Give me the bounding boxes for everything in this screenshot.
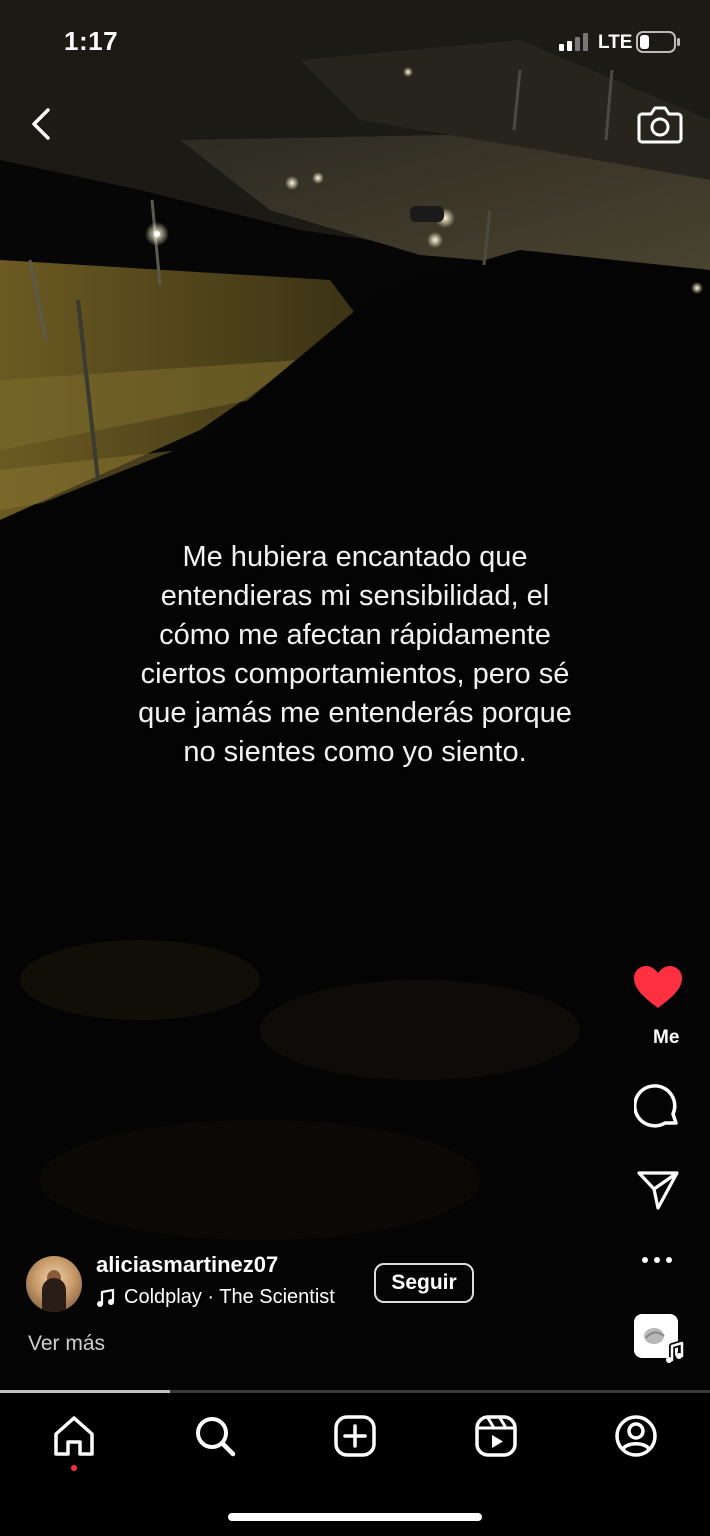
- bottom-navigation: [0, 1393, 710, 1536]
- like-label: Me: [653, 1027, 680, 1048]
- paper-plane-icon[interactable]: [636, 1168, 680, 1212]
- comment-icon[interactable]: [634, 1083, 682, 1131]
- more-horizontal-icon[interactable]: [641, 1252, 673, 1268]
- status-bar: 1:17 LTE: [0, 0, 710, 84]
- reels-icon[interactable]: [474, 1414, 518, 1458]
- author-username[interactable]: aliciasmartinez07: [96, 1252, 278, 1278]
- create-icon[interactable]: [333, 1414, 377, 1458]
- see-more-link[interactable]: Ver más: [28, 1332, 105, 1356]
- music-info[interactable]: Coldplay · The Scientist: [96, 1286, 335, 1309]
- music-title: Coldplay · The Scientist: [124, 1286, 335, 1308]
- camera-icon[interactable]: [636, 100, 684, 148]
- status-time: 1:17: [64, 26, 119, 56]
- author-avatar[interactable]: [26, 1256, 82, 1312]
- avatar-figure-body: [42, 1278, 66, 1312]
- home-icon[interactable]: [52, 1414, 96, 1458]
- music-note-icon: [97, 1288, 115, 1307]
- reel-caption-text: Me hubiera encantado que entendieras mi …: [138, 541, 572, 768]
- home-indicator: [228, 1513, 482, 1521]
- profile-icon[interactable]: [614, 1414, 658, 1458]
- audio-thumbnail-icon[interactable]: [632, 1312, 688, 1368]
- battery-icon: [636, 31, 680, 53]
- back-chevron-icon[interactable]: [24, 104, 60, 144]
- cellular-signal-icon: [559, 33, 588, 51]
- heart-filled-icon[interactable]: [632, 964, 684, 1012]
- home-notification-dot: [71, 1465, 77, 1471]
- follow-button[interactable]: Seguir: [374, 1263, 474, 1303]
- network-type: LTE: [598, 32, 633, 53]
- search-icon[interactable]: [193, 1414, 237, 1458]
